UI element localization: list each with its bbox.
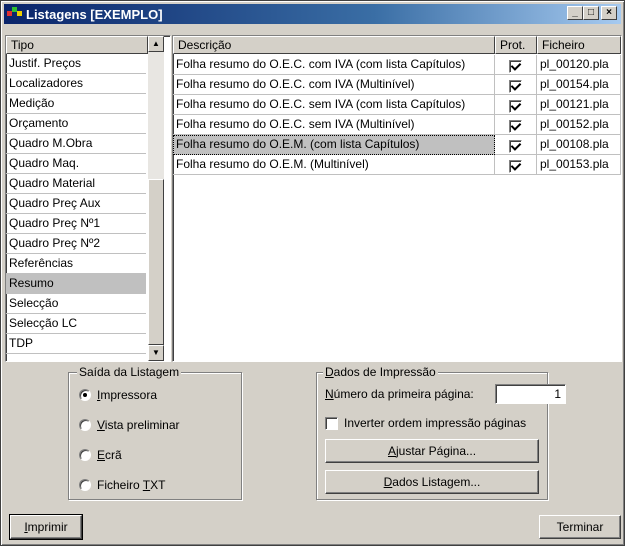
tipo-item[interactable]: Justif. Preços <box>6 54 146 74</box>
table-row[interactable]: Folha resumo do O.E.C. sem IVA (com list… <box>173 95 621 115</box>
radio-vista-preliminar[interactable]: Vista preliminar <box>79 417 180 433</box>
listagens-window: Listagens [EXEMPLO] _ □ × Tipo Justif. P… <box>0 0 625 546</box>
ficheiro-cell: pl_00154.pla <box>537 75 621 95</box>
radio-ficheiro-txt[interactable]: Ficheiro TXT <box>79 477 165 493</box>
title-bar[interactable]: Listagens [EXEMPLO] _ □ × <box>4 4 621 24</box>
adjust-page-button[interactable]: Ajustar Página... <box>325 439 539 463</box>
radio-impressora-indicator[interactable] <box>79 389 91 401</box>
tipo-scrollbar[interactable]: ▲ ▼ <box>148 36 164 361</box>
output-group: Saída da Listagem Impressora Vista preli… <box>68 365 242 500</box>
prot-cell[interactable] <box>495 135 537 155</box>
prot-checkbox[interactable] <box>509 140 522 154</box>
radio-impressora[interactable]: Impressora <box>79 387 157 403</box>
table-row[interactable]: Folha resumo do O.E.M. (com lista Capítu… <box>173 135 621 155</box>
table-row[interactable]: Folha resumo do O.E.C. com IVA (com list… <box>173 55 621 75</box>
ficheiro-cell: pl_00121.pla <box>537 95 621 115</box>
print-group-legend: Dados de Impressão <box>323 365 438 379</box>
tipo-item[interactable]: Medição <box>6 94 146 114</box>
prot-checkbox[interactable] <box>509 160 522 174</box>
prot-cell[interactable] <box>495 115 537 135</box>
tipo-items: Justif. Preços Localizadores Medição Orçame… <box>6 54 148 361</box>
tipo-item[interactable]: Localizadores <box>6 74 146 94</box>
prot-checkbox[interactable] <box>509 80 522 94</box>
radio-vista-indicator[interactable] <box>79 419 91 431</box>
descricao-cell: Folha resumo do O.E.C. sem IVA (Multinív… <box>173 115 495 135</box>
close-button[interactable]: × <box>601 6 617 20</box>
tipo-item[interactable]: TDP <box>6 334 146 354</box>
table-row[interactable]: Folha resumo do O.E.C. com IVA (Multinív… <box>173 75 621 95</box>
prot-checkbox[interactable] <box>509 120 522 134</box>
prot-checkbox[interactable] <box>509 60 522 74</box>
finish-button[interactable]: Terminar <box>539 515 621 539</box>
col-descricao-header[interactable]: Descrição <box>173 36 495 54</box>
tipo-item[interactable]: Quadro Preç Aux <box>6 194 146 214</box>
table-body: Folha resumo do O.E.C. com IVA (com list… <box>173 55 621 361</box>
ficheiro-cell: pl_00120.pla <box>537 55 621 75</box>
descricao-cell: Folha resumo do O.E.C. com IVA (com list… <box>173 55 495 75</box>
col-prot-header[interactable]: Prot. <box>495 36 537 54</box>
tipo-item[interactable]: Orçamento <box>6 114 146 134</box>
radio-ficheiro-label: Ficheiro TXT <box>97 478 166 492</box>
tipo-item[interactable]: Resumo <box>6 274 146 294</box>
tipo-item[interactable]: Quadro Preç Nº1 <box>6 214 146 234</box>
prot-checkbox[interactable] <box>509 100 522 114</box>
table-row[interactable]: Folha resumo do O.E.M. (Multinível) pl_00… <box>173 155 621 175</box>
descricao-cell: Folha resumo do O.E.M. (com lista Capítu… <box>173 135 495 155</box>
tipo-item[interactable]: Referências <box>6 254 146 274</box>
first-page-input[interactable]: 1 <box>495 384 566 404</box>
radio-ficheiro-indicator[interactable] <box>79 479 91 491</box>
first-page-label: Número da primeira página: <box>325 387 474 401</box>
tipo-item[interactable]: Selecção LC <box>6 314 146 334</box>
output-group-legend: Saída da Listagem <box>77 365 182 379</box>
col-ficheiro-header[interactable]: Ficheiro <box>537 36 621 54</box>
scroll-thumb[interactable] <box>148 179 164 345</box>
tipo-list[interactable]: Tipo Justif. Preços Localizadores Medição O… <box>5 35 171 362</box>
prot-cell[interactable] <box>495 95 537 115</box>
ficheiro-cell: pl_00108.pla <box>537 135 621 155</box>
descricao-cell: Folha resumo do O.E.M. (Multinível) <box>173 155 495 175</box>
radio-impressora-label: Impressora <box>97 388 158 402</box>
tipo-item[interactable]: Quadro Maq. <box>6 154 146 174</box>
descricao-cell: Folha resumo do O.E.C. com IVA (Multinív… <box>173 75 495 95</box>
minimize-button[interactable]: _ <box>567 6 583 20</box>
tipo-item[interactable]: Quadro Preç Nº2 <box>6 234 146 254</box>
tipo-item[interactable]: Selecção <box>6 294 146 314</box>
listing-data-button[interactable]: Dados Listagem... <box>325 470 539 494</box>
window-title: Listagens [EXEMPLO] <box>26 6 163 22</box>
radio-ecra-label: Ecrã <box>97 448 122 462</box>
ficheiro-cell: pl_00152.pla <box>537 115 621 135</box>
maximize-button[interactable]: □ <box>583 6 599 20</box>
descricao-cell: Folha resumo do O.E.C. sem IVA (com list… <box>173 95 495 115</box>
radio-vista-label: Vista preliminar <box>97 418 180 432</box>
invert-order-label: Inverter ordem impressão páginas <box>344 416 527 430</box>
prot-cell[interactable] <box>495 75 537 95</box>
prot-cell[interactable] <box>495 155 537 175</box>
scroll-up-button[interactable]: ▲ <box>148 36 164 52</box>
invert-order-checkbox-box[interactable] <box>325 417 338 431</box>
tipo-item[interactable]: Quadro Material <box>6 174 146 194</box>
prot-cell[interactable] <box>495 55 537 75</box>
table-row[interactable]: Folha resumo do O.E.C. sem IVA (Multinív… <box>173 115 621 135</box>
invert-order-checkbox[interactable]: Inverter ordem impressão páginas <box>325 415 526 431</box>
tipo-item[interactable]: Quadro M.Obra <box>6 134 146 154</box>
app-icon <box>7 7 23 21</box>
tipo-header[interactable]: Tipo <box>6 36 148 54</box>
radio-ecra-indicator[interactable] <box>79 449 91 461</box>
print-button[interactable]: Imprimir <box>9 514 83 540</box>
print-data-group: Dados de Impressão Número da primeira pá… <box>316 365 566 500</box>
radio-ecra[interactable]: Ecrã <box>79 447 122 463</box>
ficheiro-cell: pl_00153.pla <box>537 155 621 175</box>
scroll-down-button[interactable]: ▼ <box>148 345 164 361</box>
listings-table[interactable]: Descrição Prot. Ficheiro Folha resumo do… <box>172 35 622 362</box>
